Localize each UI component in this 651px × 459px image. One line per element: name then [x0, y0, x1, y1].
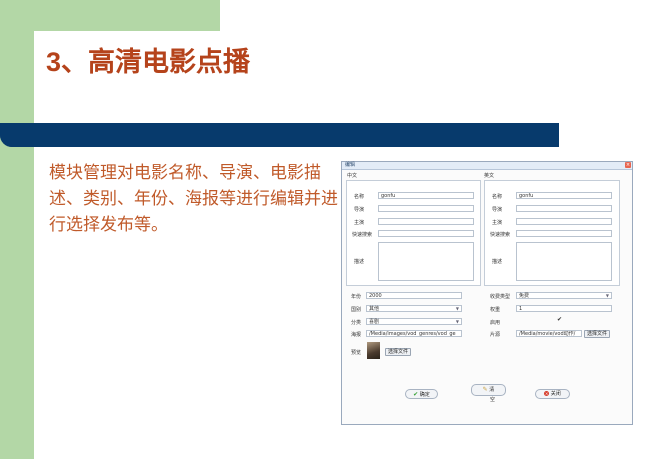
- weight-field[interactable]: 1: [516, 305, 612, 312]
- bullet-text: 模块管理对电影名称、导演、电影描述、类别、年份、海报等进行编辑并进行选择发布等。: [49, 160, 345, 238]
- chevron-down-icon: ▼: [605, 293, 609, 298]
- en-director-field[interactable]: [516, 205, 612, 212]
- dialog-header: 编辑 ×: [342, 162, 632, 170]
- slide-title: 3、高清电影点播: [46, 40, 250, 79]
- choose-file-button[interactable]: 选择文件: [385, 348, 412, 356]
- title-number: 3: [46, 47, 62, 77]
- english-section-label: 英文: [484, 173, 495, 179]
- close-circle-icon: ×: [544, 391, 550, 396]
- title-text: 、高清电影点播: [61, 47, 251, 78]
- confirm-label: 确定: [419, 392, 430, 398]
- cn-actor-field[interactable]: [378, 218, 474, 225]
- poster-label: 海报: [351, 332, 362, 338]
- category-select[interactable]: 喜剧 ▼: [366, 318, 462, 325]
- category-value: 喜剧: [369, 319, 380, 325]
- check-icon: ✔: [413, 391, 419, 398]
- en-director-label: 导演: [492, 207, 503, 213]
- left-accent-band: [0, 0, 34, 459]
- chevron-down-icon: ▼: [455, 306, 459, 311]
- clear-button[interactable]: ✎ 清: [471, 384, 506, 396]
- cn-quicksearch-label: 快速搜索: [352, 232, 373, 238]
- en-quicksearch-label: 快速搜索: [490, 232, 511, 238]
- en-desc-textarea[interactable]: [516, 242, 612, 281]
- cn-actor-label: 主演: [354, 220, 365, 226]
- film-source-field[interactable]: /Media/movie/vod动作/: [516, 330, 582, 337]
- country-value: 其他: [369, 306, 380, 312]
- enable-checkbox[interactable]: ✔: [557, 317, 563, 323]
- cn-director-label: 导演: [354, 207, 365, 213]
- en-actor-field[interactable]: [516, 218, 612, 225]
- cn-desc-textarea[interactable]: [378, 242, 474, 281]
- close-icon[interactable]: ×: [625, 162, 631, 168]
- cn-desc-label: 描述: [354, 259, 365, 265]
- fee-type-select[interactable]: 免费 ▼: [516, 292, 612, 299]
- clear-label-bottom: 空: [490, 397, 496, 403]
- cn-name-label: 名称: [354, 194, 365, 200]
- clear-label-top: 清: [489, 387, 495, 393]
- title-divider-bar: [0, 123, 559, 147]
- en-quicksearch-field[interactable]: [516, 230, 612, 237]
- country-select[interactable]: 其他 ▼: [366, 305, 462, 312]
- cn-director-field[interactable]: [378, 205, 474, 212]
- fee-type-value: 免费: [519, 293, 530, 299]
- category-label: 分类: [351, 320, 362, 326]
- year-label: 年份: [351, 294, 362, 300]
- chinese-section-label: 中文: [347, 173, 358, 179]
- en-desc-label: 描述: [492, 259, 503, 265]
- country-label: 国别: [351, 307, 362, 313]
- en-name-field[interactable]: gonfu: [516, 192, 612, 199]
- weight-label: 权重: [490, 307, 501, 313]
- film-source-label: 片源: [490, 332, 501, 338]
- edit-dialog: 编辑 × 中文 英文 名称 gonfu 导演 主演 快速搜索 描述 名称 gon…: [341, 161, 633, 425]
- cn-quicksearch-field[interactable]: [378, 230, 474, 237]
- close-label: 关闭: [550, 391, 561, 397]
- preview-label: 预览: [351, 350, 362, 356]
- poster-thumbnail: [367, 342, 380, 359]
- en-actor-label: 主演: [492, 220, 503, 226]
- en-name-label: 名称: [492, 194, 503, 200]
- year-field[interactable]: 2000: [366, 292, 462, 299]
- fee-type-label: 收费类型: [490, 294, 511, 300]
- pencil-icon: ✎: [482, 386, 488, 393]
- enable-label: 启用: [490, 320, 501, 326]
- confirm-button[interactable]: ✔ 确定: [405, 389, 438, 399]
- chevron-down-icon: ▼: [455, 319, 459, 324]
- bullet-paragraph: 模块管理对电影名称、导演、电影描述、类别、年份、海报等进行编辑并进行选择发布等。: [49, 163, 338, 235]
- close-button[interactable]: × 关闭: [535, 389, 570, 399]
- top-accent-band: [0, 0, 220, 31]
- cn-name-field[interactable]: gonfu: [378, 192, 474, 199]
- poster-path-field[interactable]: /Media/images/vod_genres/vod_ge: [366, 330, 462, 337]
- choose-film-file-button[interactable]: 选择文件: [584, 330, 611, 338]
- dialog-title: 编辑: [345, 162, 356, 168]
